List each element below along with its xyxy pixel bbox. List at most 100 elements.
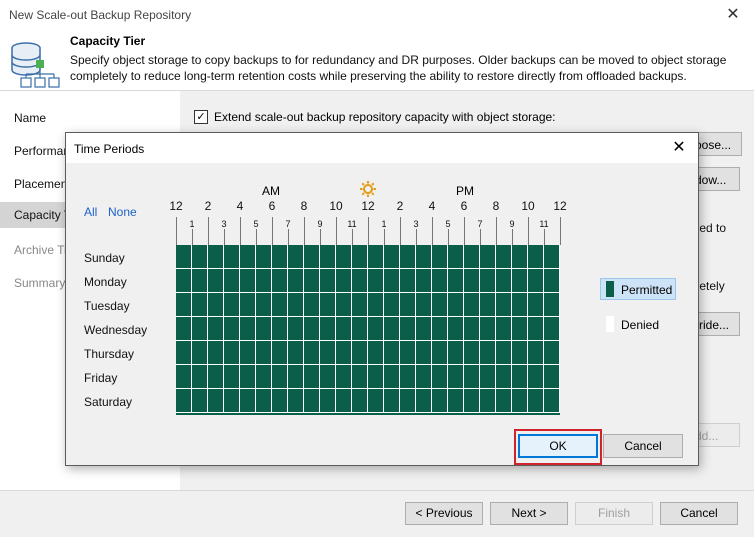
time-cell[interactable] — [176, 389, 192, 413]
next-button[interactable]: Next > — [490, 502, 568, 525]
time-cell[interactable] — [272, 293, 288, 317]
time-cell[interactable] — [496, 341, 512, 365]
time-cell[interactable] — [432, 245, 448, 269]
time-cell[interactable] — [272, 389, 288, 413]
time-cell[interactable] — [336, 365, 352, 389]
time-cell[interactable] — [544, 389, 560, 413]
time-cell[interactable] — [304, 365, 320, 389]
time-cell[interactable] — [224, 389, 240, 413]
time-cell[interactable] — [400, 269, 416, 293]
time-cell[interactable] — [384, 245, 400, 269]
time-cell[interactable] — [464, 389, 480, 413]
time-cell[interactable] — [352, 341, 368, 365]
time-cell[interactable] — [320, 389, 336, 413]
legend-permitted[interactable]: Permitted — [600, 278, 676, 300]
time-cell[interactable] — [256, 389, 272, 413]
time-cell[interactable] — [352, 365, 368, 389]
time-cell[interactable] — [272, 365, 288, 389]
time-cell[interactable] — [272, 317, 288, 341]
time-cell[interactable] — [448, 245, 464, 269]
time-cell[interactable] — [368, 389, 384, 413]
time-cell[interactable] — [256, 365, 272, 389]
time-cell[interactable] — [384, 293, 400, 317]
time-cell[interactable] — [176, 293, 192, 317]
time-cell[interactable] — [432, 389, 448, 413]
time-cell[interactable] — [416, 245, 432, 269]
time-cell[interactable] — [384, 269, 400, 293]
time-cell[interactable] — [336, 341, 352, 365]
time-cell[interactable] — [432, 365, 448, 389]
time-cell[interactable] — [544, 245, 560, 269]
time-cell[interactable] — [192, 317, 208, 341]
time-cell[interactable] — [480, 365, 496, 389]
time-cell[interactable] — [480, 341, 496, 365]
time-cell[interactable] — [416, 293, 432, 317]
time-cell[interactable] — [368, 269, 384, 293]
time-cell[interactable] — [304, 293, 320, 317]
time-cell[interactable] — [272, 245, 288, 269]
nav-step-capacity-tier[interactable]: Capacity T — [14, 208, 71, 222]
time-cell[interactable] — [416, 341, 432, 365]
time-cell[interactable] — [368, 245, 384, 269]
time-cell[interactable] — [480, 293, 496, 317]
time-cell[interactable] — [352, 293, 368, 317]
time-cell[interactable] — [496, 293, 512, 317]
time-cell[interactable] — [192, 341, 208, 365]
time-cell[interactable] — [240, 245, 256, 269]
time-cell[interactable] — [544, 269, 560, 293]
time-cell[interactable] — [256, 269, 272, 293]
time-cell[interactable] — [368, 293, 384, 317]
time-cell[interactable] — [224, 341, 240, 365]
time-cell[interactable] — [432, 293, 448, 317]
time-cell[interactable] — [416, 269, 432, 293]
time-cell[interactable] — [512, 341, 528, 365]
time-cell[interactable] — [400, 293, 416, 317]
time-cell[interactable] — [464, 269, 480, 293]
time-cell[interactable] — [208, 317, 224, 341]
time-cell[interactable] — [544, 365, 560, 389]
time-cell[interactable] — [320, 245, 336, 269]
time-cell[interactable] — [400, 389, 416, 413]
time-cell[interactable] — [304, 245, 320, 269]
time-cell[interactable] — [320, 269, 336, 293]
time-cell[interactable] — [272, 341, 288, 365]
time-cell[interactable] — [240, 341, 256, 365]
time-cell[interactable] — [208, 245, 224, 269]
time-cell[interactable] — [496, 245, 512, 269]
time-cell[interactable] — [256, 317, 272, 341]
time-cell[interactable] — [400, 365, 416, 389]
time-cell[interactable] — [336, 317, 352, 341]
time-cell[interactable] — [224, 293, 240, 317]
time-cell[interactable] — [400, 341, 416, 365]
time-cell[interactable] — [512, 269, 528, 293]
time-cell[interactable] — [208, 341, 224, 365]
time-cell[interactable] — [400, 245, 416, 269]
time-cell[interactable] — [464, 365, 480, 389]
time-cell[interactable] — [528, 317, 544, 341]
time-cell[interactable] — [480, 269, 496, 293]
time-cell[interactable] — [240, 293, 256, 317]
time-cell[interactable] — [224, 245, 240, 269]
time-cell[interactable] — [448, 389, 464, 413]
nav-step-placement[interactable]: Placemen — [14, 177, 67, 191]
time-cell[interactable] — [320, 365, 336, 389]
time-cell[interactable] — [448, 317, 464, 341]
time-cell[interactable] — [384, 365, 400, 389]
time-cell[interactable] — [352, 245, 368, 269]
time-cell[interactable] — [496, 389, 512, 413]
time-cell[interactable] — [496, 269, 512, 293]
time-cell[interactable] — [528, 365, 544, 389]
time-cell[interactable] — [256, 293, 272, 317]
time-cell[interactable] — [224, 365, 240, 389]
time-cell[interactable] — [448, 293, 464, 317]
time-cell[interactable] — [240, 389, 256, 413]
time-cell[interactable] — [192, 389, 208, 413]
time-cell[interactable] — [240, 317, 256, 341]
time-cell[interactable] — [544, 293, 560, 317]
time-cell[interactable] — [304, 317, 320, 341]
time-cell[interactable] — [384, 341, 400, 365]
time-cell[interactable] — [336, 389, 352, 413]
time-cell[interactable] — [352, 317, 368, 341]
time-cell[interactable] — [240, 269, 256, 293]
time-cell[interactable] — [176, 245, 192, 269]
